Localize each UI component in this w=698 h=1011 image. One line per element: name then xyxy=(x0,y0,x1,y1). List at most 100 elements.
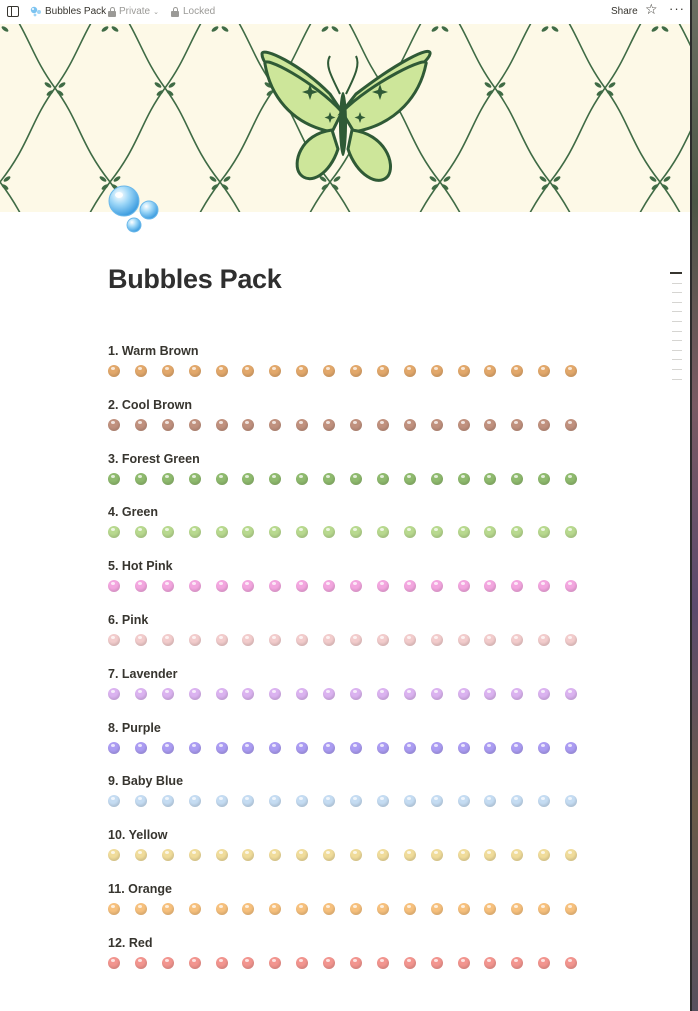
bubble-icon[interactable] xyxy=(511,526,524,539)
bubble-icon[interactable] xyxy=(511,849,524,862)
bubble-icon[interactable] xyxy=(242,849,255,862)
bubble-icon[interactable] xyxy=(565,741,578,754)
bubble-icon[interactable] xyxy=(134,580,147,593)
bubble-icon[interactable] xyxy=(484,472,497,485)
bubble-icon[interactable] xyxy=(108,956,120,969)
bubble-icon[interactable] xyxy=(161,956,174,969)
bubble-icon[interactable] xyxy=(565,687,578,700)
bubble-icon[interactable] xyxy=(242,956,255,969)
bubble-icon[interactable] xyxy=(350,418,363,431)
bubble-icon[interactable] xyxy=(296,795,309,808)
bubble-icon[interactable] xyxy=(457,472,470,485)
bubble-icon[interactable] xyxy=(215,741,228,754)
bubble-icon[interactable] xyxy=(403,472,416,485)
bubble-icon[interactable] xyxy=(511,633,524,646)
bubble-icon[interactable] xyxy=(161,902,174,915)
bubble-icon[interactable] xyxy=(538,526,551,539)
bubble-icon[interactable] xyxy=(511,418,524,431)
bubble-icon[interactable] xyxy=(134,633,147,646)
bubble-icon[interactable] xyxy=(565,795,578,808)
bubble-icon[interactable] xyxy=(296,580,309,593)
bubble-icon[interactable] xyxy=(323,795,336,808)
bubble-icon[interactable] xyxy=(565,580,578,593)
bubble-icon[interactable] xyxy=(161,418,174,431)
bubble-icon[interactable] xyxy=(323,956,336,969)
bubble-icon[interactable] xyxy=(457,580,470,593)
section-title[interactable]: 4. Green xyxy=(108,504,588,524)
bubble-icon[interactable] xyxy=(376,526,389,539)
bubble-icon[interactable] xyxy=(350,902,363,915)
bubble-icon[interactable] xyxy=(242,526,255,539)
bubble-icon[interactable] xyxy=(350,472,363,485)
bubble-icon[interactable] xyxy=(188,418,201,431)
bubble-icon[interactable] xyxy=(108,687,120,700)
bubble-icon[interactable] xyxy=(108,902,120,915)
bubble-icon[interactable] xyxy=(403,795,416,808)
bubble-icon[interactable] xyxy=(350,687,363,700)
bubble-icon[interactable] xyxy=(134,902,147,915)
bubble-icon[interactable] xyxy=(538,849,551,862)
bubble-icon[interactable] xyxy=(565,849,578,862)
bubble-icon[interactable] xyxy=(269,472,282,485)
bubble-icon[interactable] xyxy=(188,633,201,646)
bubble-icon[interactable] xyxy=(134,741,147,754)
bubble-icon[interactable] xyxy=(161,633,174,646)
bubble-icon[interactable] xyxy=(134,687,147,700)
bubble-icon[interactable] xyxy=(484,849,497,862)
bubble-icon[interactable] xyxy=(376,418,389,431)
bubble-icon[interactable] xyxy=(430,633,443,646)
bubble-icon[interactable] xyxy=(403,741,416,754)
bubble-icon[interactable] xyxy=(457,526,470,539)
bubble-icon[interactable] xyxy=(215,687,228,700)
bubble-icon[interactable] xyxy=(188,526,201,539)
bubble-icon[interactable] xyxy=(484,687,497,700)
bubble-icon[interactable] xyxy=(403,580,416,593)
section-title[interactable]: 11. Orange xyxy=(108,881,588,901)
bubble-icon[interactable] xyxy=(457,902,470,915)
bubble-icon[interactable] xyxy=(269,849,282,862)
bubble-icon[interactable] xyxy=(484,526,497,539)
bubble-icon[interactable] xyxy=(134,956,147,969)
bubble-icon[interactable] xyxy=(511,365,524,377)
bubble-icon[interactable] xyxy=(242,472,255,485)
bubble-icon[interactable] xyxy=(565,418,578,431)
bubble-icon[interactable] xyxy=(565,956,578,969)
bubble-icon[interactable] xyxy=(296,741,309,754)
bubble-icon[interactable] xyxy=(323,580,336,593)
bubble-icon[interactable] xyxy=(457,741,470,754)
bubble-icon[interactable] xyxy=(430,365,443,377)
bubble-icon[interactable] xyxy=(538,902,551,915)
section-title[interactable]: 10. Yellow xyxy=(108,827,588,847)
bubble-icon[interactable] xyxy=(376,365,389,377)
bubble-icon[interactable] xyxy=(403,633,416,646)
bubble-icon[interactable] xyxy=(134,849,147,862)
bubble-icon[interactable] xyxy=(188,795,201,808)
sidebar-toggle-icon[interactable] xyxy=(7,6,19,17)
bubble-icon[interactable] xyxy=(538,741,551,754)
bubble-icon[interactable] xyxy=(403,902,416,915)
bubble-icon[interactable] xyxy=(242,741,255,754)
bubble-icon[interactable] xyxy=(161,580,174,593)
bubble-icon[interactable] xyxy=(188,687,201,700)
bubble-icon[interactable] xyxy=(323,365,336,377)
bubble-icon[interactable] xyxy=(323,418,336,431)
bubble-icon[interactable] xyxy=(215,580,228,593)
bubble-icon[interactable] xyxy=(538,956,551,969)
bubble-icon[interactable] xyxy=(296,418,309,431)
bubble-icon[interactable] xyxy=(269,633,282,646)
bubble-icon[interactable] xyxy=(403,687,416,700)
bubble-icon[interactable] xyxy=(538,687,551,700)
bubble-icon[interactable] xyxy=(215,472,228,485)
bubble-icon[interactable] xyxy=(538,633,551,646)
bubble-icon[interactable] xyxy=(538,418,551,431)
bubble-icon[interactable] xyxy=(323,526,336,539)
bubble-icon[interactable] xyxy=(430,956,443,969)
breadcrumb-page-title[interactable]: Bubbles Pack xyxy=(45,6,106,17)
bubble-icon[interactable] xyxy=(323,472,336,485)
bubble-icon[interactable] xyxy=(430,795,443,808)
bubble-icon[interactable] xyxy=(538,580,551,593)
bubble-icon[interactable] xyxy=(511,902,524,915)
bubble-icon[interactable] xyxy=(134,795,147,808)
bubble-icon[interactable] xyxy=(484,741,497,754)
bubble-icon[interactable] xyxy=(323,741,336,754)
